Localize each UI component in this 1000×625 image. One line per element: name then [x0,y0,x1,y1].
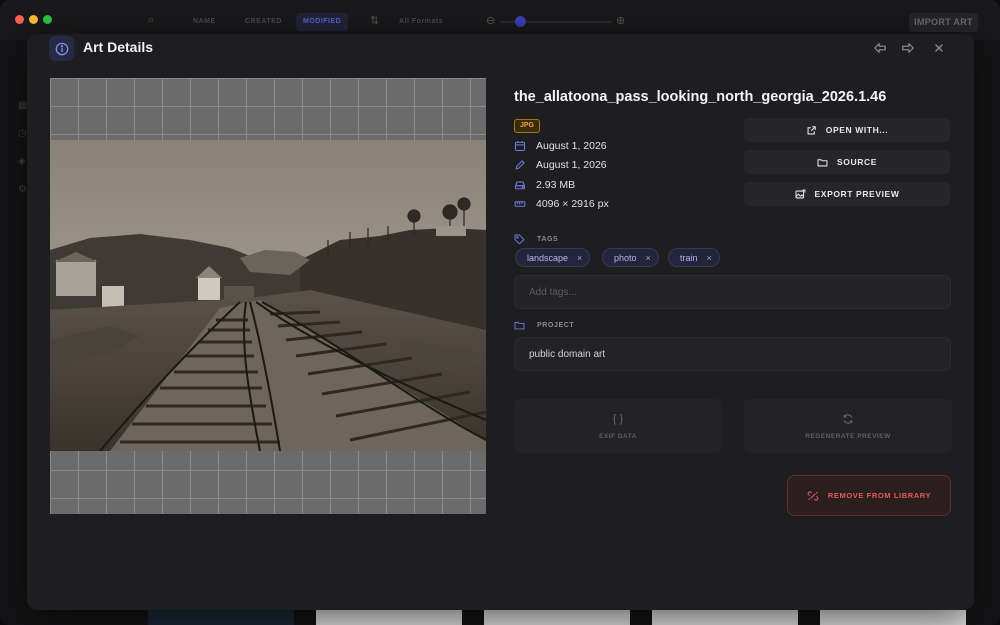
library-thumbnail[interactable] [652,608,798,625]
tag-label: train [680,252,698,263]
format-badge: JPG [514,119,541,133]
image-export-icon [795,189,806,200]
dimensions: 4096 × 2916 px [536,198,609,210]
tag-label: photo [614,252,637,263]
created-date-row: August 1, 2026 [514,138,607,154]
info-icon [49,36,74,61]
braces-icon: { } [612,412,624,425]
close-icon[interactable] [929,38,949,58]
folder-icon [817,157,828,168]
tag-label: landscape [527,252,569,263]
library-thumbnail[interactable] [316,608,462,625]
library-thumbnail[interactable] [484,608,630,625]
remove-from-library-label: REMOVE FROM LIBRARY [827,491,932,500]
source-button[interactable]: SOURCE [744,150,950,174]
regenerate-preview-label: REGENERATE PREVIEW [805,432,891,440]
zoom-out-icon[interactable]: ⊖ [486,14,495,27]
remove-from-library-button[interactable]: REMOVE FROM LIBRARY [787,475,951,516]
file-size: 2.93 MB [536,179,576,191]
project-section-label: PROJECT [514,320,574,331]
source-label: SOURCE [837,157,877,167]
next-arrow-icon[interactable] [898,38,918,58]
export-preview-button[interactable]: EXPORT PREVIEW [744,182,950,206]
file-size-row: 2.93 MB [514,177,575,193]
image-preview [50,78,486,514]
zoom-slider-knob[interactable] [515,16,526,27]
dimensions-row: 4096 × 2916 px [514,196,609,212]
broken-link-icon [807,490,819,502]
modal-title: Art Details [83,39,154,55]
pencil-icon [514,159,526,171]
folder-icon [514,320,525,331]
import-art-button[interactable]: IMPORT ART [909,13,978,32]
file-name: the_allatoona_pass_looking_north_georgia… [514,89,887,105]
refresh-icon [842,413,854,427]
hard-drive-icon [514,179,526,191]
exif-data-button[interactable]: { } EXIF DATA [514,399,722,453]
tag-chip[interactable]: landscape × [515,248,591,267]
open-with-label: OPEN WITH... [825,125,889,135]
modified-date-row: August 1, 2026 [514,157,607,173]
art-details-modal: Art Details the_allatoona_pass_looking_n… [27,34,974,610]
sort-modified-button[interactable]: MODIFIED [296,13,349,31]
regenerate-preview-button[interactable]: REGENERATE PREVIEW [744,399,952,453]
tag-chip[interactable]: train × [668,248,720,267]
tags-section-label: TAGS [514,234,558,245]
open-with-button[interactable]: OPEN WITH... [744,118,950,142]
close-window-button[interactable] [15,15,24,24]
zoom-in-icon[interactable]: ⊕ [616,14,625,27]
tag-icon [514,234,525,245]
previous-arrow-icon[interactable] [870,38,890,58]
minimize-window-button[interactable] [29,15,38,24]
created-date: August 1, 2026 [536,140,607,152]
tag-chip[interactable]: photo × [602,248,659,267]
search-icon[interactable]: ⌕ [148,14,154,27]
remove-tag-icon[interactable]: × [646,253,651,263]
format-filter-button[interactable]: All Formats [392,13,450,31]
ruler-icon [514,198,526,210]
sort-created-button[interactable]: CREATED [238,13,289,31]
sort-direction-icon[interactable]: ⇅ [370,14,379,27]
calendar-icon [514,140,526,152]
modified-date: August 1, 2026 [536,159,607,171]
sort-name-button[interactable]: NAME [186,13,223,31]
artwork-photo [50,140,486,451]
library-thumbnail[interactable] [148,608,294,625]
exif-data-label: EXIF DATA [599,432,637,440]
zoom-window-button[interactable] [43,15,52,24]
remove-tag-icon[interactable]: × [707,253,712,263]
export-preview-label: EXPORT PREVIEW [814,189,900,199]
external-link-icon [806,125,817,136]
library-thumbnail[interactable] [820,608,966,625]
add-tags-input[interactable]: Add tags... [514,275,951,309]
remove-tag-icon[interactable]: × [577,253,582,263]
project-field[interactable]: public domain art [514,337,951,371]
